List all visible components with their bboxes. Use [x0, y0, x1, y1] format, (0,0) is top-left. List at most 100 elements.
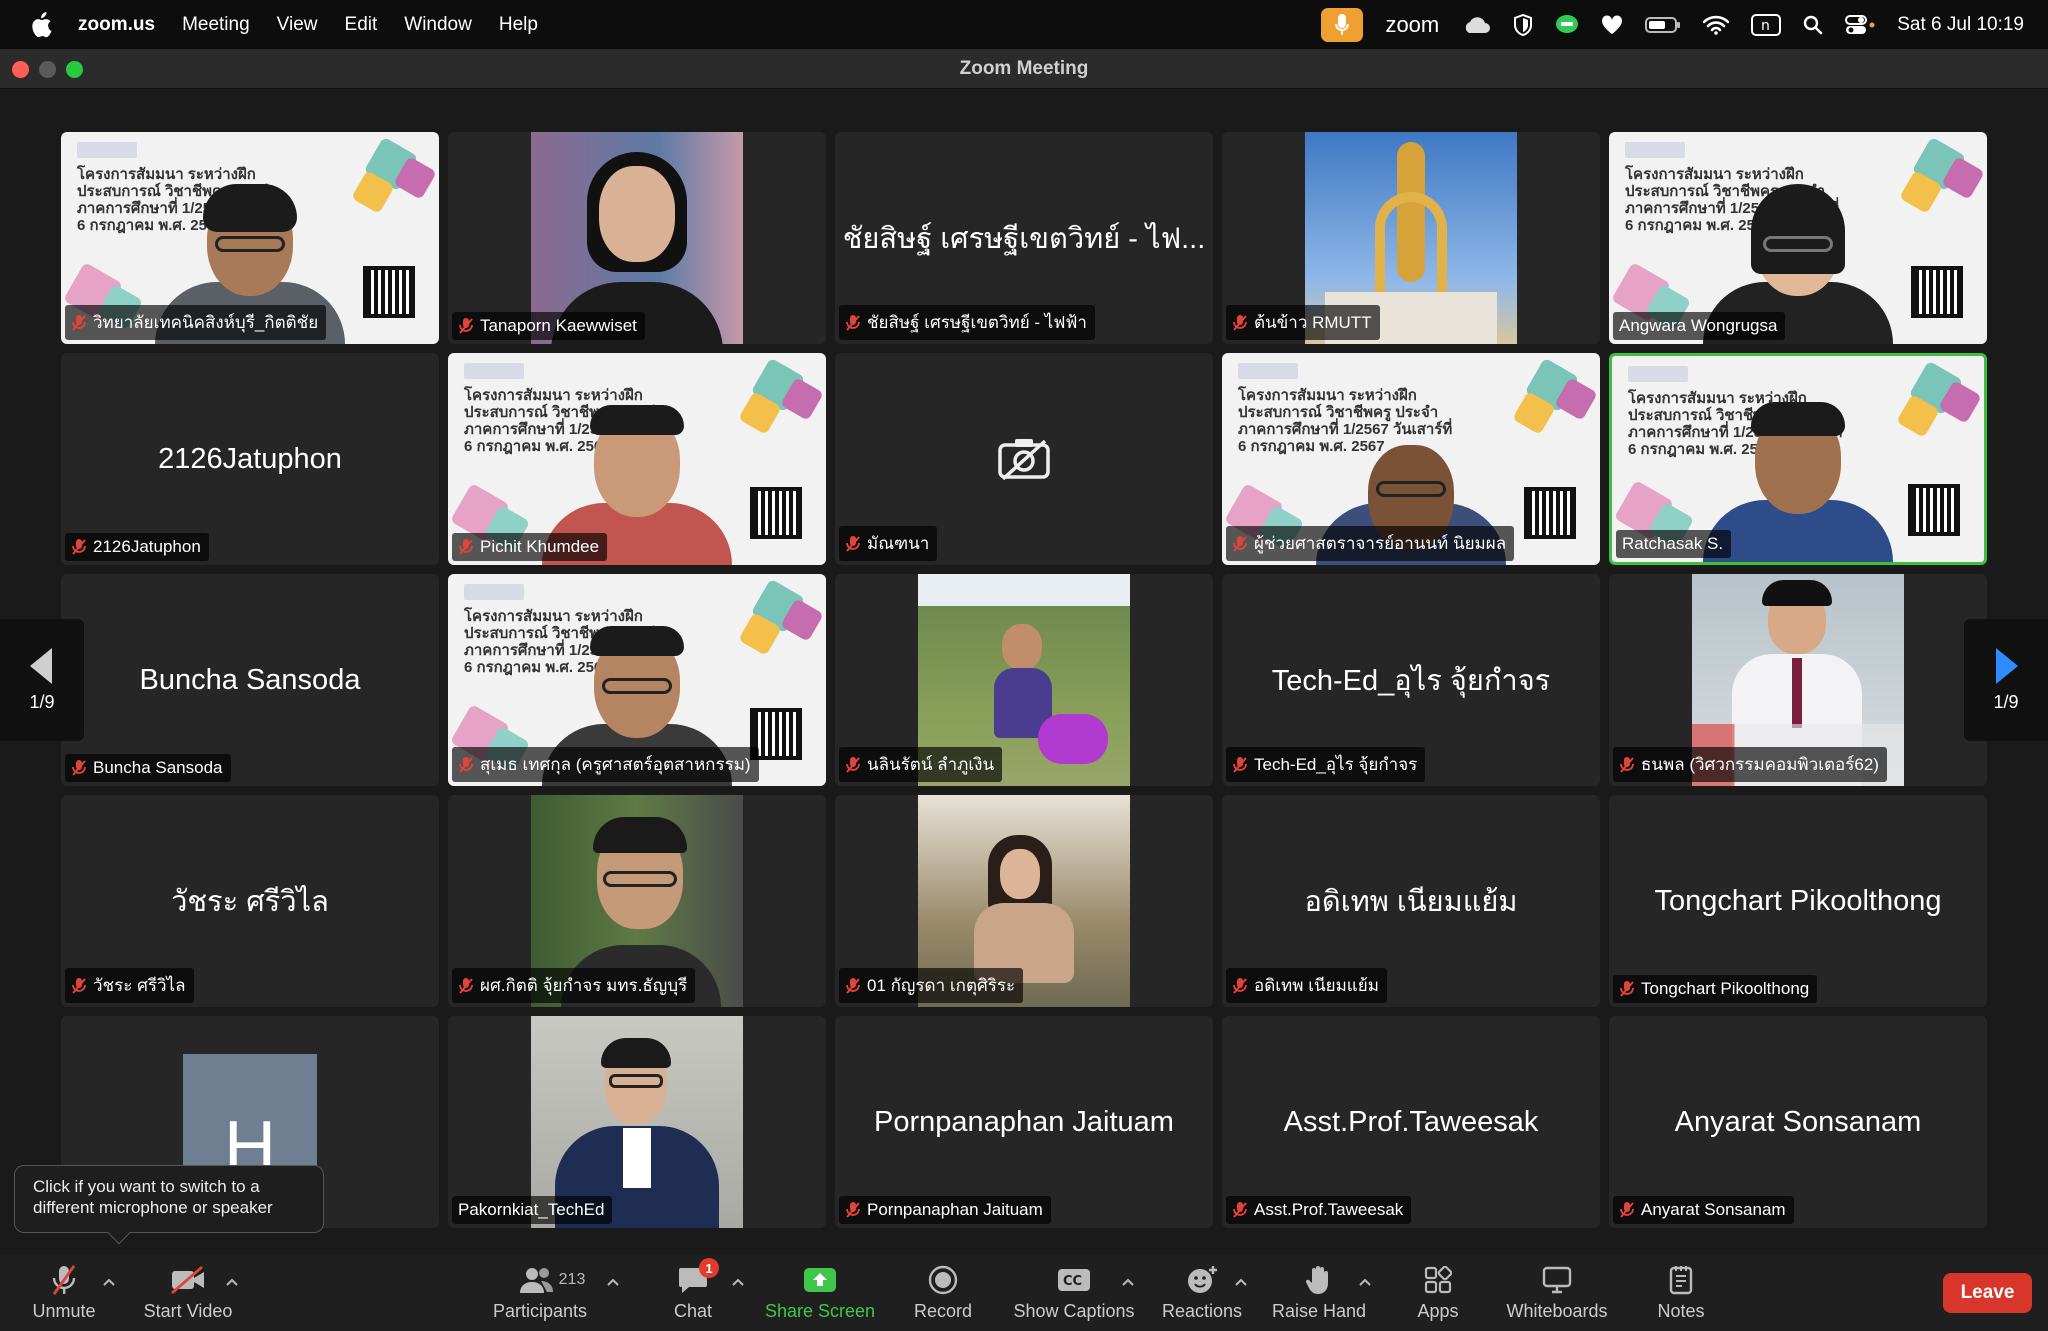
menubar-clock[interactable]: Sat 6 Jul 10:19 [1897, 14, 2024, 36]
participant-tile[interactable]: มัณฑนา [835, 353, 1213, 565]
participant-name: วิทยาลัยเทคนิคสิงห์บุรี_กิตติชัย [93, 313, 319, 332]
participant-name: Ratchasak S. [1622, 534, 1724, 553]
participant-name-label: Ratchasak S. [1616, 530, 1732, 558]
muted-mic-icon [459, 977, 473, 994]
chevron-left-icon [30, 647, 52, 684]
participants-caret-icon[interactable] [606, 1276, 620, 1288]
active-speaker-tile[interactable]: โครงการสัมมนา ระหว่างฝึกประสบการณ์ วิชาช… [1609, 353, 1987, 565]
leave-meeting-button[interactable]: Leave [1943, 1273, 2032, 1313]
participant-tile[interactable]: ต้นข้าว RMUTT [1222, 132, 1600, 344]
window-titlebar: Zoom Meeting [0, 49, 2048, 89]
control-center-icon[interactable] [1845, 14, 1875, 35]
participant-name: 01 กัญรดา เกตุศิริระ [867, 976, 1016, 995]
participant-tile[interactable]: Tongchart Pikoolthong Tongchart Pikoolth… [1609, 795, 1987, 1007]
notes-icon [1663, 1264, 1699, 1296]
participant-tile[interactable]: ผศ.กิตติ จุ้ยกำจร มทร.ธัญบุรี [448, 795, 826, 1007]
participant-tile[interactable]: ธนพล (วิศวกรรมคอมพิวเตอร์62) [1609, 574, 1987, 786]
wifi-icon[interactable] [1703, 15, 1730, 35]
raise-hand-label: Raise Hand [1271, 1301, 1367, 1321]
participant-tile[interactable]: Tech-Ed_อุไร จุ้ยกำจร Tech-Ed_อุไร จุ้ยก… [1222, 574, 1600, 786]
participant-tile[interactable]: Anyarat Sonsanam Anyarat Sonsanam [1609, 1016, 1987, 1228]
next-page-button[interactable]: 1/9 [1964, 619, 2048, 741]
menu-window[interactable]: Window [404, 14, 472, 36]
audio-options-caret-icon[interactable] [102, 1276, 116, 1288]
raise-hand-button[interactable]: Raise Hand [1271, 1262, 1367, 1326]
muted-mic-icon [1233, 535, 1247, 552]
participant-tile[interactable]: Pakornkiat_TechEd [448, 1016, 826, 1228]
participant-tile[interactable]: โครงการสัมมนา ระหว่างฝึกประสบการณ์ วิชาช… [61, 132, 439, 344]
muted-mic-icon [846, 314, 860, 331]
tooltip-text: Click if you want to switch to a differe… [33, 1177, 273, 1217]
participant-tile[interactable]: วัชระ ศรีวิไล วัชระ ศรีวิไล [61, 795, 439, 1007]
participant-name-label: Tongchart Pikoolthong [1613, 975, 1818, 1003]
menu-help[interactable]: Help [499, 14, 538, 36]
participant-tile[interactable]: โครงการสัมมนา ระหว่างฝึกประสบการณ์ วิชาช… [448, 574, 826, 786]
share-screen-button[interactable]: Share Screen [764, 1262, 876, 1326]
share-screen-icon [802, 1264, 838, 1296]
participant-tile[interactable]: นลินรัตน์ ลำภูเงิน [835, 574, 1213, 786]
apple-icon[interactable] [26, 10, 56, 40]
spotlight-search-icon[interactable] [1803, 15, 1823, 35]
menu-meeting[interactable]: Meeting [182, 14, 250, 36]
chat-caret-icon[interactable] [731, 1276, 745, 1288]
audio-switch-tooltip: Click if you want to switch to a differe… [14, 1165, 324, 1245]
reactions-caret-icon[interactable] [1234, 1276, 1248, 1288]
participant-tile[interactable]: โครงการสัมมนา ระหว่างฝึกประสบการณ์ วิชาช… [448, 353, 826, 565]
minimize-window-button[interactable] [39, 61, 56, 78]
unmute-button[interactable]: Unmute [22, 1262, 106, 1326]
heart-icon[interactable] [1601, 14, 1623, 35]
shield-icon[interactable] [1513, 13, 1533, 36]
participants-button[interactable]: 213 Participants [488, 1262, 592, 1326]
participant-tile[interactable]: Buncha Sansoda Buncha Sansoda [61, 574, 439, 786]
line-app-icon[interactable] [1555, 14, 1579, 36]
chat-button[interactable]: 1 Chat [660, 1258, 726, 1326]
close-window-button[interactable] [12, 61, 29, 78]
participant-name: สุเมธ เทศกุล (ครูศาสตร์อุตสาหกรรม) [480, 755, 751, 774]
record-button[interactable]: Record [910, 1262, 976, 1326]
participant-tile[interactable]: ชัยสิษฐ์ เศรษฐีเขตวิทย์ - ไฟ... ชัยสิษฐ์… [835, 132, 1213, 344]
start-video-button[interactable]: Start Video [140, 1262, 236, 1326]
participant-tile[interactable]: 01 กัญรดา เกตุศิริระ [835, 795, 1213, 1007]
participant-name-label: วิทยาลัยเทคนิคสิงห์บุรี_กิตติชัย [65, 305, 327, 340]
participant-tile[interactable]: โครงการสัมมนา ระหว่างฝึกประสบการณ์ วิชาช… [1222, 353, 1600, 565]
show-captions-button[interactable]: CC Show Captions [1013, 1262, 1135, 1326]
show-captions-label: Show Captions [1013, 1301, 1135, 1321]
participant-tile[interactable]: Asst.Prof.Taweesak Asst.Prof.Taweesak [1222, 1016, 1600, 1228]
mic-status-icon[interactable] [1321, 7, 1364, 42]
participant-name: Pichit Khumdee [480, 537, 600, 556]
video-options-caret-icon[interactable] [225, 1276, 239, 1288]
participant-tile[interactable]: Pornpanaphan Jaituam Pornpanaphan Jaitua… [835, 1016, 1213, 1228]
zoom-window-button[interactable] [66, 61, 83, 78]
menu-app-name[interactable]: zoom.us [78, 14, 155, 36]
reactions-button[interactable]: Reactions [1162, 1262, 1242, 1326]
meeting-toolbar: Unmute Start Video 213 Participants 1 Ch… [0, 1254, 2048, 1331]
muted-mic-icon [72, 760, 86, 776]
participant-name: นลินรัตน์ ลำภูเงิน [867, 755, 995, 774]
muted-mic-icon [1233, 756, 1247, 773]
menu-edit[interactable]: Edit [345, 14, 378, 36]
previous-page-button[interactable]: 1/9 [0, 619, 84, 741]
whiteboards-button[interactable]: Whiteboards [1504, 1262, 1610, 1326]
participant-tile[interactable]: อดิเทพ เนียมแย้ม อดิเทพ เนียมแย้ม [1222, 795, 1600, 1007]
apps-button[interactable]: Apps [1412, 1262, 1464, 1326]
menu-view[interactable]: View [277, 14, 318, 36]
record-label: Record [913, 1301, 973, 1321]
muted-mic-icon [846, 977, 860, 994]
input-source-icon[interactable]: n [1751, 13, 1782, 36]
raise-hand-caret-icon[interactable] [1358, 1276, 1372, 1288]
notes-button[interactable]: Notes [1654, 1262, 1708, 1326]
battery-icon[interactable] [1645, 16, 1681, 34]
muted-mic-icon [72, 314, 86, 331]
record-icon [925, 1264, 961, 1296]
participants-label: Participants [492, 1301, 588, 1321]
cloud-icon[interactable] [1461, 15, 1491, 35]
participant-tile[interactable]: Tanaporn Kaewwiset [448, 132, 826, 344]
participant-tile[interactable]: 2126Jatuphon 2126Jatuphon [61, 353, 439, 565]
zoom-menubar-label[interactable]: zoom [1385, 12, 1439, 38]
participant-name-label: สุเมธ เทศกุล (ครูศาสตร์อุตสาหกรรม) [452, 747, 759, 782]
captions-caret-icon[interactable] [1121, 1276, 1135, 1288]
participant-name-label: Pichit Khumdee [452, 533, 608, 561]
share-screen-label: Share Screen [764, 1301, 876, 1321]
participant-tile[interactable]: โครงการสัมมนา ระหว่างฝึกประสบการณ์ วิชาช… [1609, 132, 1987, 344]
participant-name-label: Tech-Ed_อุไร จุ้ยกำจร [1226, 747, 1426, 782]
